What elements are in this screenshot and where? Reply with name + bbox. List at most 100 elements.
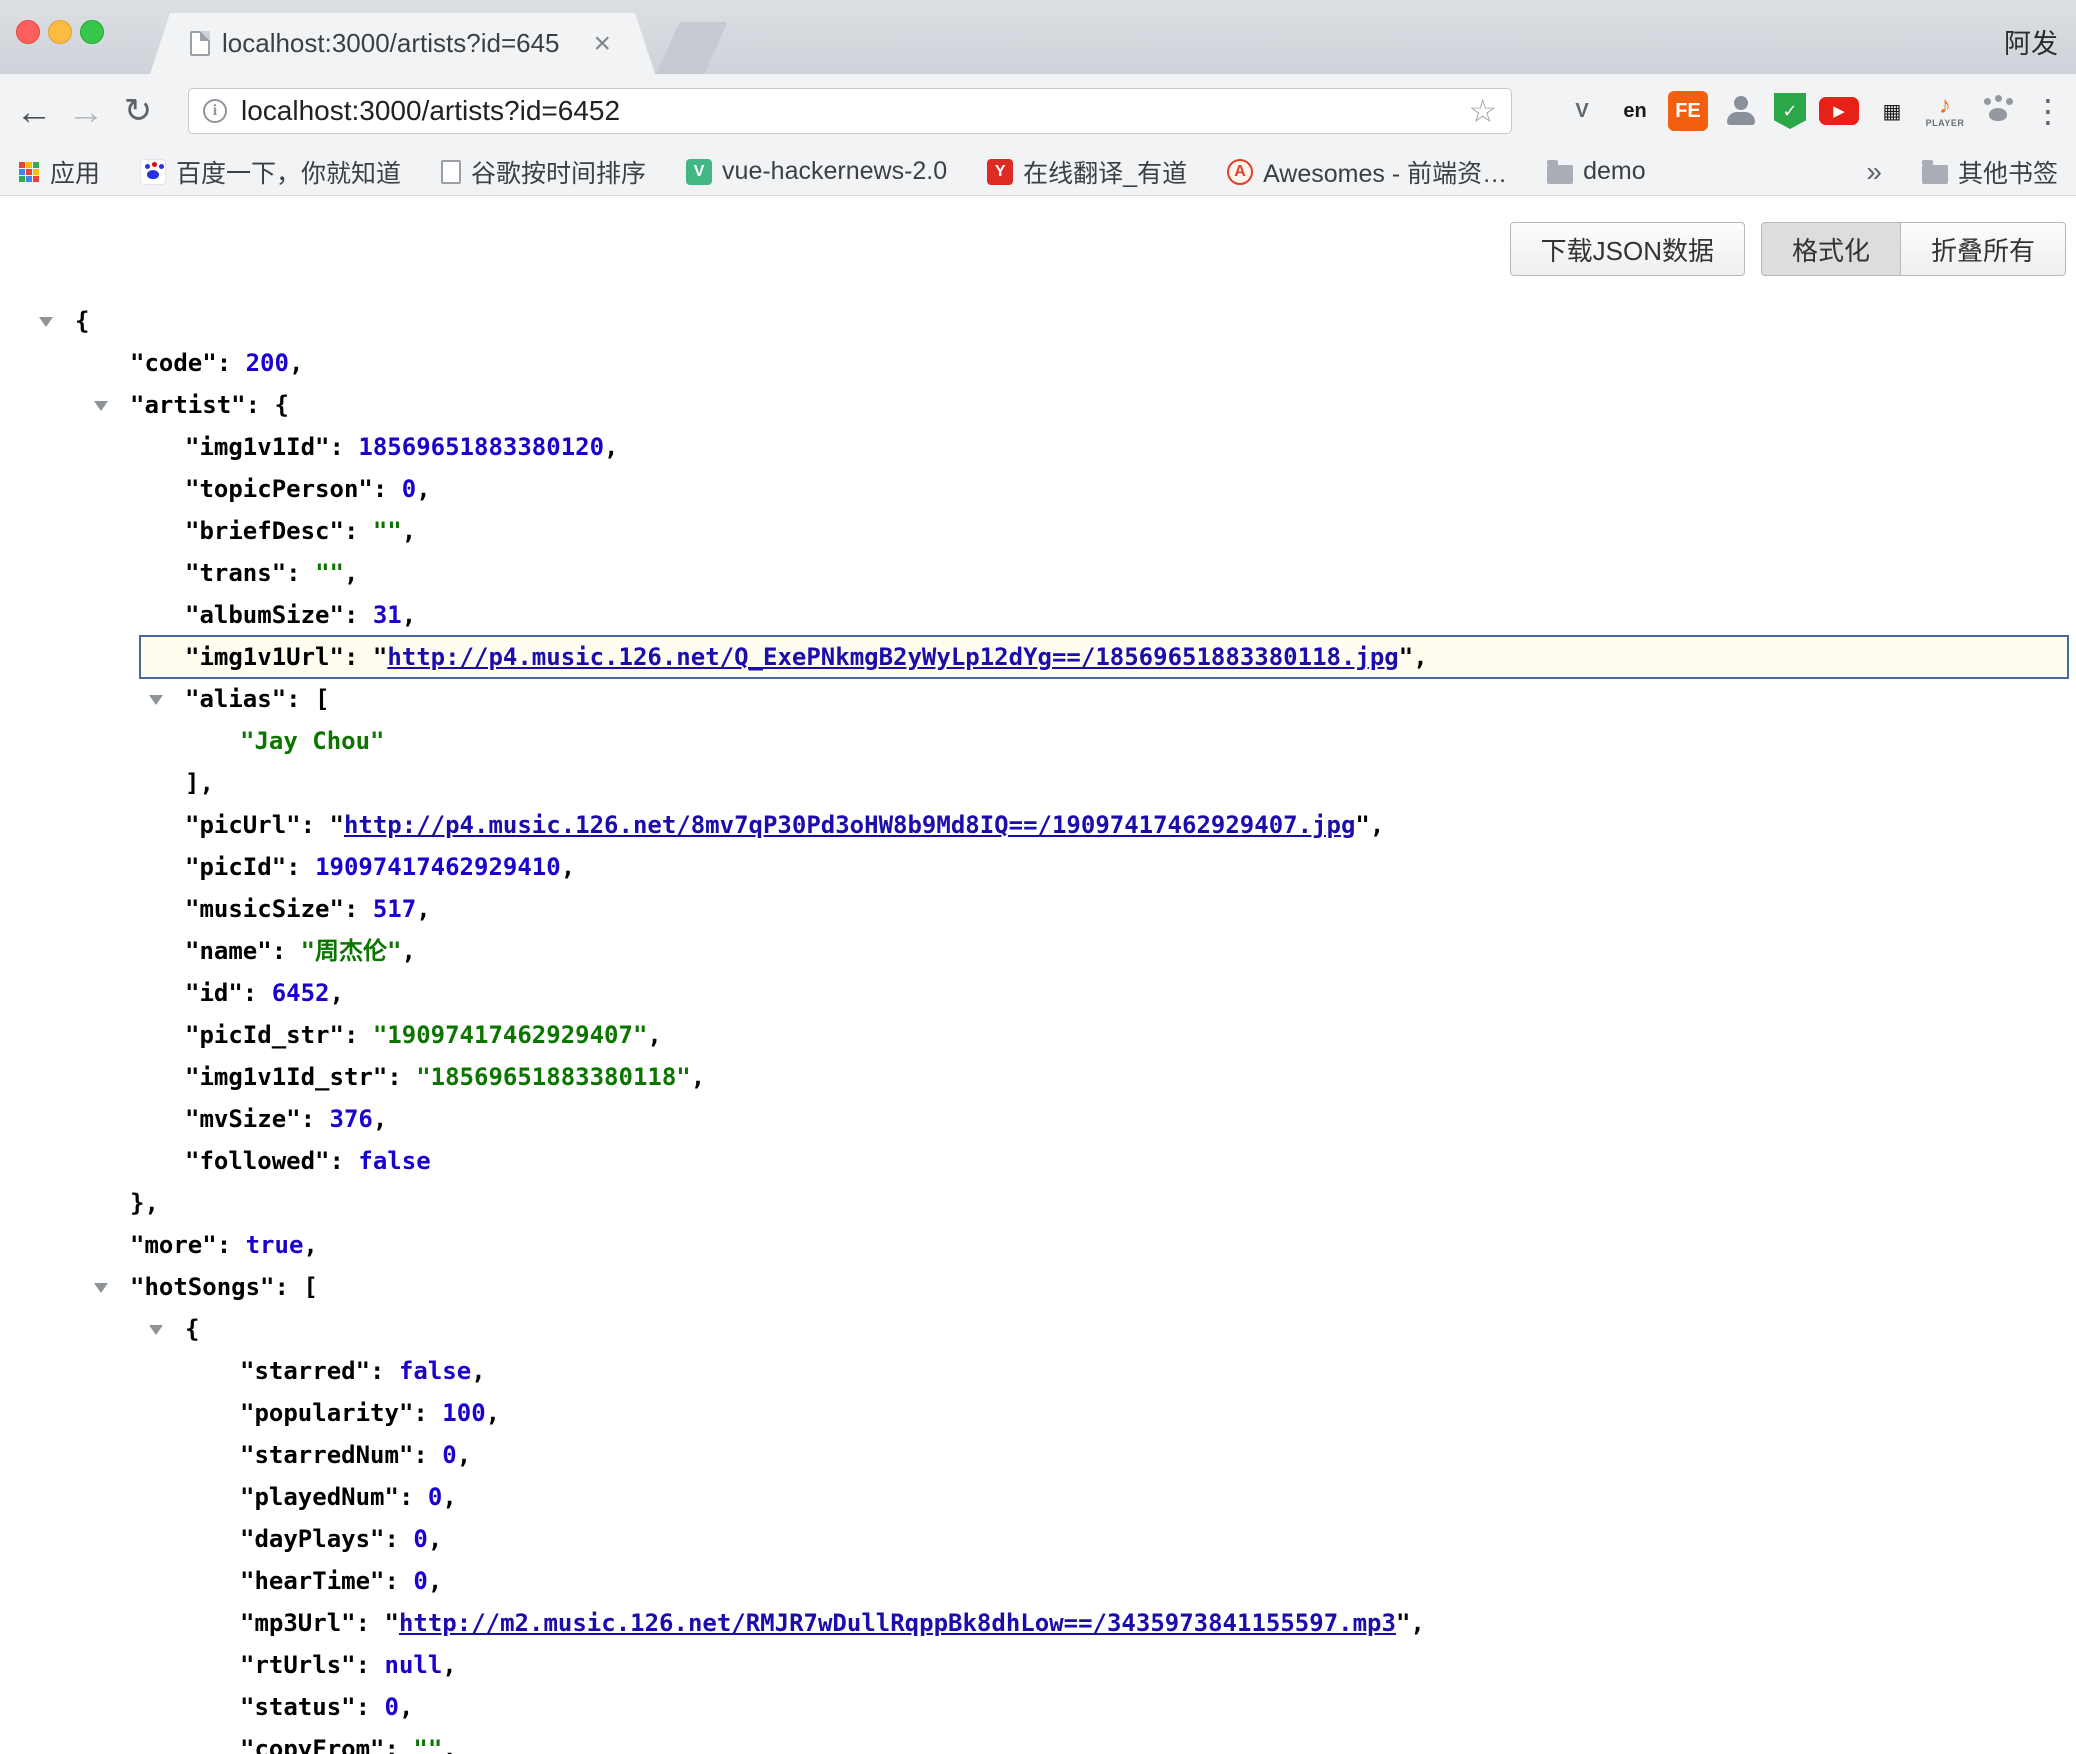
json-token: , xyxy=(691,1063,705,1091)
json-token: "id" xyxy=(185,979,243,1007)
json-line: "hotSongs": [ xyxy=(0,1266,2076,1308)
json-token: "popularity" xyxy=(240,1399,413,1427)
format-button[interactable]: 格式化 xyxy=(1761,222,1901,276)
json-token: , xyxy=(604,433,618,461)
new-tab-button[interactable] xyxy=(656,22,727,74)
bookmark-item[interactable]: Vvue-hackernews-2.0 xyxy=(686,157,947,186)
json-line: "mp3Url": "http://m2.music.126.net/RMJR7… xyxy=(0,1602,2076,1644)
collapse-triangle-icon[interactable] xyxy=(39,317,53,327)
json-line: }, xyxy=(0,1182,2076,1224)
json-token: 0 xyxy=(428,1483,442,1511)
json-token: : xyxy=(344,1021,373,1049)
json-token: , xyxy=(457,1441,471,1469)
browser-tab[interactable]: localhost:3000/artists?id=645 × xyxy=(150,13,655,74)
json-token: , xyxy=(416,475,430,503)
other-bookmarks-folder[interactable]: 其他书签 xyxy=(1922,154,2058,190)
json-token: "dayPlays" xyxy=(240,1525,385,1553)
collapse-triangle-icon[interactable] xyxy=(94,1283,108,1293)
person-icon[interactable] xyxy=(1721,91,1761,131)
json-token: , xyxy=(647,1021,661,1049)
json-token: , xyxy=(428,1567,442,1595)
translate-icon[interactable]: en xyxy=(1615,91,1655,131)
json-line: "picId_str": "19097417462929407", xyxy=(0,1014,2076,1056)
baidu-icon xyxy=(140,159,166,185)
bookmark-item[interactable]: demo xyxy=(1547,157,1646,186)
player-label: PLAYER xyxy=(1926,118,1965,128)
json-token: : [ xyxy=(275,1273,318,1301)
profile-name[interactable]: 阿发 xyxy=(2004,22,2058,61)
bookmark-item[interactable]: Y在线翻译_有道 xyxy=(987,154,1187,190)
collapse-all-button[interactable]: 折叠所有 xyxy=(1901,222,2066,276)
json-line: "picId": 19097417462929410, xyxy=(0,846,2076,888)
vimium-icon[interactable]: V xyxy=(1562,91,1602,131)
collapse-triangle-icon[interactable] xyxy=(149,695,163,705)
bookmarks-overflow-chevron[interactable]: » xyxy=(1866,156,1882,188)
json-token: { xyxy=(75,307,89,335)
json-line: "img1v1Url": "http://p4.music.126.net/Q_… xyxy=(140,636,2068,678)
json-line: "name": "周杰伦", xyxy=(0,930,2076,972)
browser-menu-button[interactable]: ⋮ xyxy=(2032,74,2064,148)
json-token: "topicPerson" xyxy=(185,475,373,503)
json-line: "starredNum": 0, xyxy=(0,1434,2076,1476)
json-line: "img1v1Id_str": "18569651883380118", xyxy=(0,1056,2076,1098)
json-token: "" xyxy=(315,559,344,587)
json-controls: 下载JSON数据 格式化 折叠所有 xyxy=(0,196,2076,276)
window-minimize-button[interactable] xyxy=(48,20,72,44)
collapse-triangle-icon[interactable] xyxy=(94,401,108,411)
json-token: : xyxy=(344,601,373,629)
json-link[interactable]: http://m2.music.126.net/RMJR7wDullRqppBk… xyxy=(399,1609,1396,1637)
shield-icon[interactable]: ✓ xyxy=(1774,93,1806,129)
json-link[interactable]: http://p4.music.126.net/Q_ExePNkmgB2yWyL… xyxy=(387,643,1398,671)
bookmark-item[interactable]: AAwesomes - 前端资… xyxy=(1227,154,1507,190)
bookmark-label: 其他书签 xyxy=(1958,154,2058,190)
back-button[interactable]: ← xyxy=(8,93,60,130)
view-mode-group: 格式化 折叠所有 xyxy=(1761,222,2066,276)
bookmark-item[interactable]: 谷歌按时间排序 xyxy=(441,154,646,190)
json-line: "copyFrom": "", xyxy=(0,1728,2076,1754)
window-zoom-button[interactable] xyxy=(80,20,104,44)
reload-button[interactable]: ↻ xyxy=(112,94,164,128)
json-token: , xyxy=(303,1231,317,1259)
site-favicon: V xyxy=(686,159,712,185)
json-token: : " xyxy=(344,643,387,671)
json-token: , xyxy=(471,1357,485,1385)
tab-close-button[interactable]: × xyxy=(593,29,611,59)
json-token: , xyxy=(402,517,416,545)
json-token: 31 xyxy=(373,601,402,629)
json-token: "followed" xyxy=(185,1147,330,1175)
url-text[interactable]: localhost:3000/artists?id=6452 xyxy=(241,95,1468,127)
collapse-triangle-icon[interactable] xyxy=(149,1325,163,1335)
page-info-icon[interactable]: i xyxy=(203,99,227,123)
json-line: "dayPlays": 0, xyxy=(0,1518,2076,1560)
paw-icon[interactable] xyxy=(1978,91,2018,131)
folder-icon xyxy=(1547,165,1573,184)
download-json-button[interactable]: 下载JSON数据 xyxy=(1510,222,1745,276)
json-line: "starred": false, xyxy=(0,1350,2076,1392)
address-bar[interactable]: i localhost:3000/artists?id=6452 ☆ xyxy=(188,88,1512,134)
json-token: : xyxy=(286,559,315,587)
youtube-icon[interactable]: ▶ xyxy=(1819,97,1859,125)
json-token: "code" xyxy=(130,349,217,377)
fe-icon[interactable]: FE xyxy=(1668,91,1708,131)
json-token: : xyxy=(217,349,246,377)
json-token: null xyxy=(385,1651,443,1679)
player-icon[interactable]: ♪PLAYER xyxy=(1925,91,1965,131)
json-token: : xyxy=(243,979,272,1007)
json-line: "more": true, xyxy=(0,1224,2076,1266)
json-token: ", xyxy=(1396,1609,1425,1637)
json-token: : " xyxy=(356,1609,399,1637)
json-token: 517 xyxy=(373,895,416,923)
qr-icon[interactable]: ▦ xyxy=(1872,91,1912,131)
json-line: "briefDesc": "", xyxy=(0,510,2076,552)
json-token: "status" xyxy=(240,1693,356,1721)
json-token: : xyxy=(413,1399,442,1427)
forward-button: → xyxy=(60,93,112,130)
json-token: "img1v1Id_str" xyxy=(185,1063,387,1091)
json-link[interactable]: http://p4.music.126.net/8mv7qP30Pd3oHW8b… xyxy=(344,811,1355,839)
bookmark-item[interactable]: 百度一下，你就知道 xyxy=(140,154,401,190)
window-close-button[interactable] xyxy=(16,20,40,44)
json-line: "status": 0, xyxy=(0,1686,2076,1728)
json-token: 100 xyxy=(442,1399,485,1427)
bookmark-item[interactable]: 应用 xyxy=(18,154,100,190)
bookmark-star-icon[interactable]: ☆ xyxy=(1468,92,1497,130)
